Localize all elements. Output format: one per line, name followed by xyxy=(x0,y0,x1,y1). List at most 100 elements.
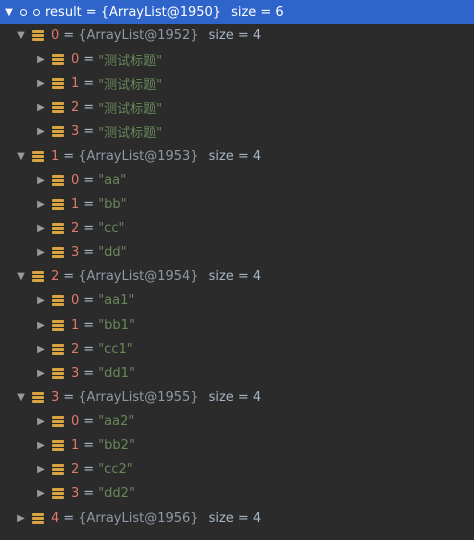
equals-sign: = xyxy=(83,292,95,308)
variable-name: 2 xyxy=(71,99,80,115)
variable-size: size = 4 xyxy=(208,510,262,526)
tree-row-item[interactable]: ▶ 0 = "aa2" xyxy=(0,409,474,433)
expand-arrow-icon[interactable]: ▶ xyxy=(36,125,46,137)
tree-row-list[interactable]: ▼ 0 = {ArrayList@1952} size = 4 xyxy=(0,23,474,47)
expand-arrow-icon[interactable]: ▶ xyxy=(36,343,46,355)
variable-value: "aa1" xyxy=(98,292,135,308)
tree-row-item[interactable]: ▶ 1 = "bb" xyxy=(0,192,474,216)
variable-name: 1 xyxy=(71,317,80,333)
collapse-arrow-icon[interactable]: ▼ xyxy=(16,270,26,282)
equals-sign: = xyxy=(63,389,75,405)
tree-row-item[interactable]: ▶ 1 = "测试标题" xyxy=(0,71,474,95)
expand-arrow-icon[interactable]: ▶ xyxy=(36,222,46,234)
variables-tree: ▼ result = {ArrayList@1950} size = 6 ▼ 0… xyxy=(0,0,474,540)
variable-size: size = 6 xyxy=(231,4,284,20)
equals-sign: = xyxy=(83,75,95,91)
variable-type: {ArrayList@1954} xyxy=(78,268,199,284)
tree-row-item[interactable]: ▶ 1 = "bb2" xyxy=(0,433,474,457)
variable-name: 3 xyxy=(71,485,80,501)
collapse-arrow-icon[interactable]: ▼ xyxy=(16,391,26,403)
field-icon xyxy=(52,125,64,137)
variable-value: "dd" xyxy=(98,244,127,260)
variable-size: size = 4 xyxy=(208,268,262,284)
equals-sign: = xyxy=(83,341,95,357)
field-icon xyxy=(52,53,64,65)
tree-row-item[interactable]: ▶ 2 = "测试标题" xyxy=(0,95,474,119)
variable-type: {ArrayList@1953} xyxy=(78,148,199,164)
variable-name: 0 xyxy=(71,292,80,308)
expand-arrow-icon[interactable]: ▶ xyxy=(36,53,46,65)
expand-arrow-icon[interactable]: ▶ xyxy=(36,246,46,258)
variable-value: "测试标题" xyxy=(98,77,163,93)
field-icon xyxy=(52,463,64,475)
variable-value: "aa" xyxy=(98,172,127,188)
tree-row-item[interactable]: ▶ 1 = "bb1" xyxy=(0,313,474,337)
variable-name: 0 xyxy=(71,413,80,429)
expand-arrow-icon[interactable]: ▶ xyxy=(36,463,46,475)
tree-row-list[interactable]: ▼ 1 = {ArrayList@1953} size = 4 xyxy=(0,144,474,168)
variable-name: 1 xyxy=(51,148,60,164)
tree-row-item[interactable]: ▶ 2 = "cc1" xyxy=(0,337,474,361)
variable-value: "dd1" xyxy=(98,365,135,381)
variable-name: 2 xyxy=(71,341,80,357)
equals-sign: = xyxy=(83,437,95,453)
watch-icon xyxy=(20,7,40,17)
field-icon xyxy=(52,343,64,355)
tree-row-item[interactable]: ▶ 0 = "aa" xyxy=(0,168,474,192)
variable-name: 1 xyxy=(71,75,80,91)
variable-name: 3 xyxy=(51,389,60,405)
tree-row-item[interactable]: ▶ 3 = "测试标题" xyxy=(0,119,474,143)
tree-row-item[interactable]: ▶ 3 = "dd1" xyxy=(0,361,474,385)
equals-sign: = xyxy=(83,317,95,333)
collapse-arrow-icon[interactable]: ▼ xyxy=(16,150,26,162)
collapse-arrow-icon[interactable]: ▼ xyxy=(16,29,26,41)
equals-sign: = xyxy=(63,27,75,43)
variable-value: "bb" xyxy=(98,196,127,212)
field-icon xyxy=(52,246,64,258)
equals-sign: = xyxy=(63,510,75,526)
variable-size: size = 4 xyxy=(208,27,262,43)
expand-arrow-icon[interactable]: ▶ xyxy=(36,487,46,499)
tree-row-item[interactable]: ▶ 0 = "aa1" xyxy=(0,288,474,312)
tree-row-list[interactable]: ▶ 4 = {ArrayList@1956} size = 4 xyxy=(0,506,474,530)
variable-name: 0 xyxy=(71,51,80,67)
tree-row-item[interactable]: ▶ 2 = "cc2" xyxy=(0,457,474,481)
variable-size: size = 4 xyxy=(208,148,262,164)
expand-arrow-icon[interactable]: ▶ xyxy=(36,101,46,113)
field-icon xyxy=(52,294,64,306)
collapse-arrow-icon[interactable]: ▼ xyxy=(4,6,14,18)
equals-sign: = xyxy=(83,413,95,429)
variable-type: {ArrayList@1952} xyxy=(78,27,199,43)
variable-value: "dd2" xyxy=(98,485,135,501)
expand-arrow-icon[interactable]: ▶ xyxy=(36,415,46,427)
expand-arrow-icon[interactable]: ▶ xyxy=(36,367,46,379)
expand-arrow-icon[interactable]: ▶ xyxy=(36,439,46,451)
field-icon xyxy=(52,487,64,499)
variable-value: "cc" xyxy=(98,220,125,236)
tree-row-list[interactable]: ▼ 2 = {ArrayList@1954} size = 4 xyxy=(0,264,474,288)
variable-name: 2 xyxy=(51,268,60,284)
variable-value: "测试标题" xyxy=(98,53,163,69)
field-icon xyxy=(52,77,64,89)
variable-name: 2 xyxy=(71,220,80,236)
tree-row-result[interactable]: ▼ result = {ArrayList@1950} size = 6 xyxy=(0,0,474,24)
variable-name: 0 xyxy=(51,27,60,43)
expand-arrow-icon[interactable]: ▶ xyxy=(36,198,46,210)
variable-name: 0 xyxy=(71,172,80,188)
equals-sign: = xyxy=(83,485,95,501)
variable-name: 3 xyxy=(71,123,80,139)
expand-arrow-icon[interactable]: ▶ xyxy=(36,294,46,306)
variable-value: "cc2" xyxy=(98,461,133,477)
tree-row-list[interactable]: ▼ 3 = {ArrayList@1955} size = 4 xyxy=(0,385,474,409)
tree-row-item[interactable]: ▶ 2 = "cc" xyxy=(0,216,474,240)
tree-row-item[interactable]: ▶ 0 = "测试标题" xyxy=(0,47,474,71)
tree-row-item[interactable]: ▶ 3 = "dd2" xyxy=(0,481,474,505)
variable-type: {ArrayList@1950} xyxy=(100,4,222,20)
field-icon xyxy=(52,415,64,427)
expand-arrow-icon[interactable]: ▶ xyxy=(36,77,46,89)
field-icon xyxy=(52,101,64,113)
expand-arrow-icon[interactable]: ▶ xyxy=(36,319,46,331)
expand-arrow-icon[interactable]: ▶ xyxy=(36,174,46,186)
tree-row-item[interactable]: ▶ 3 = "dd" xyxy=(0,240,474,264)
expand-arrow-icon[interactable]: ▶ xyxy=(16,512,26,524)
